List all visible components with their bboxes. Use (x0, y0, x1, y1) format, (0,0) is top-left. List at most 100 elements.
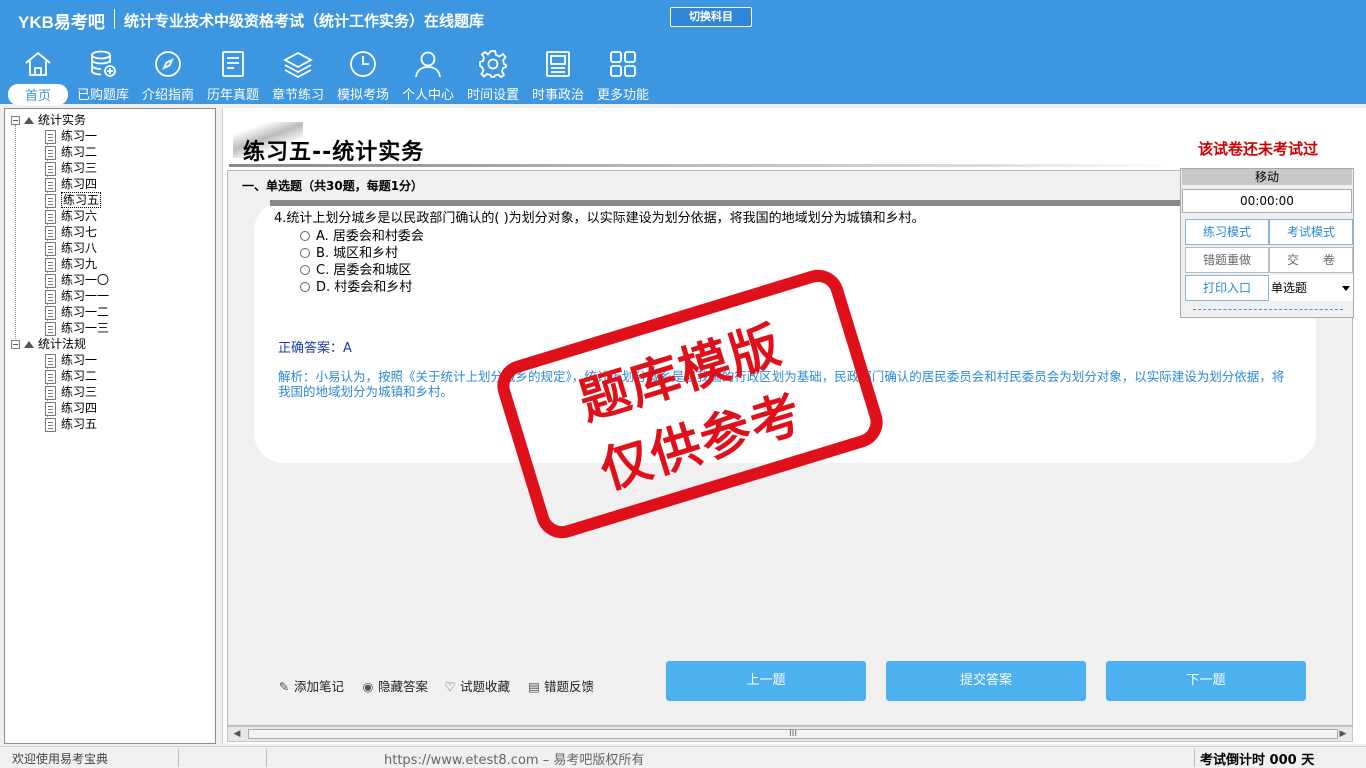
mode-panel: 移动 00:00:00 练习模式 考试模式 错题重做 交 卷 打印入口 单选题 (1180, 168, 1354, 318)
tree-item[interactable]: 练习一〇 (45, 272, 109, 288)
document-icon (45, 177, 56, 192)
gear-icon (479, 50, 507, 79)
tree-item[interactable]: 练习七 (45, 224, 97, 240)
exam-countdown: 考试倒计时 000 天 (1200, 753, 1315, 768)
title-separator (114, 9, 115, 29)
submit-answer-button[interactable]: 提交答案 (886, 661, 1086, 701)
tree-item[interactable]: 练习九 (45, 256, 97, 272)
tree-item[interactable]: 练习四 (45, 176, 97, 192)
option-d[interactable]: D. 村委会和乡村 (300, 276, 412, 295)
question-text: 4.统计上划分城乡是以民政部门确认的( )为划分对象，以实际建设为划分依据，将我… (274, 211, 925, 226)
chevron-down-icon (1342, 286, 1350, 291)
hand-in-button[interactable]: 交 卷 (1269, 247, 1353, 273)
scroll-thumb[interactable]: III (248, 729, 1338, 739)
grid-icon (610, 51, 636, 77)
document-icon (45, 305, 56, 320)
nav-chapter-practice[interactable]: 章节练习 (267, 48, 329, 104)
nav-purchased[interactable]: 已购题库 (72, 48, 134, 104)
document-icon (45, 401, 56, 416)
document-icon (45, 129, 56, 144)
nav-past-papers[interactable]: 历年真题 (202, 48, 264, 104)
nav-current-affairs[interactable]: 时事政治 (527, 48, 589, 104)
newspaper-icon (546, 51, 570, 77)
eye-icon: ◉ (362, 679, 374, 694)
app-title: 统计专业技术中级资格考试（统计工作实务）在线题库 (124, 12, 485, 30)
tree-item[interactable]: 练习一二 (45, 304, 109, 320)
favorite-question-link[interactable]: ♡ 试题收藏 (444, 676, 510, 695)
next-question-button[interactable]: 下一题 (1106, 661, 1306, 701)
tree-item[interactable]: 练习八 (45, 240, 97, 256)
tree-group-statistical-practice[interactable]: − 统计实务 (11, 112, 86, 128)
practice-mode-button[interactable]: 练习模式 (1185, 219, 1269, 245)
document-icon (45, 257, 56, 272)
nav-time-settings[interactable]: 时间设置 (462, 48, 524, 104)
tree-item[interactable]: 练习一 (45, 128, 97, 144)
nav-more-functions[interactable]: 更多功能 (592, 48, 654, 104)
horizontal-scrollbar[interactable]: ◀ III ▶ (227, 726, 1353, 742)
question-type-select[interactable]: 单选题 (1269, 275, 1353, 301)
title-underline (229, 164, 1179, 167)
exercise-tree: − 统计实务 练习一 练习二 练习三 练习四 练习五 练习六 练习七 练习八 练习… (4, 108, 216, 744)
question-bar (270, 200, 1182, 206)
scroll-right-icon[interactable]: ▶ (1336, 728, 1350, 740)
hide-answer-link[interactable]: ◉ 隐藏答案 (362, 676, 428, 695)
document-icon (45, 161, 56, 176)
radio-icon[interactable] (300, 265, 310, 275)
tree-item[interactable]: 练习二 (45, 144, 97, 160)
tree-item[interactable]: 练习五 (45, 416, 97, 432)
document-edit-icon (45, 193, 56, 208)
exam-mode-button[interactable]: 考试模式 (1269, 219, 1353, 245)
heart-icon: ♡ (444, 679, 456, 694)
tree-item[interactable]: 练习一一 (45, 288, 109, 304)
collapse-icon[interactable]: − (11, 116, 20, 125)
folder-icon (24, 341, 34, 348)
status-separator (178, 749, 179, 767)
status-separator (266, 749, 267, 767)
switch-subject-button[interactable]: 切换科目 (670, 7, 752, 27)
document-icon (45, 225, 56, 240)
status-bar: 欢迎使用易考宝典 https://www.etest8.com – 易考吧版权所… (0, 746, 1366, 768)
folder-icon (24, 117, 34, 124)
tree-item[interactable]: 练习三 (45, 384, 97, 400)
print-button[interactable]: 打印入口 (1185, 275, 1269, 301)
tree-item[interactable]: 练习一三 (45, 320, 109, 336)
tree-group-statistical-law[interactable]: − 统计法规 (11, 336, 86, 352)
document-icon (45, 289, 56, 304)
tree-item[interactable]: 练习四 (45, 400, 97, 416)
tree-item[interactable]: 练习二 (45, 368, 97, 384)
tree-item[interactable]: 练习三 (45, 160, 97, 176)
add-note-link[interactable]: ✎ 添加笔记 (278, 676, 344, 695)
redo-wrong-button[interactable]: 错题重做 (1185, 247, 1269, 273)
timer-display: 00:00:00 (1182, 189, 1352, 213)
app-header: YKB易考吧 统计专业技术中级资格考试（统计工作实务）在线题库 切换科目 首页 … (0, 0, 1366, 105)
tree-item[interactable]: 练习六 (45, 208, 97, 224)
feedback-icon: ▤ (528, 679, 540, 694)
tree-line (15, 125, 16, 349)
compass-icon (155, 51, 181, 77)
layers-icon (283, 51, 313, 79)
nav-home[interactable]: 首页 (8, 48, 68, 105)
nav-mock-exam[interactable]: 模拟考场 (332, 48, 394, 104)
correct-answer: 正确答案：A (278, 341, 352, 356)
tree-item-selected[interactable]: 练习五 (45, 192, 102, 208)
radio-icon[interactable] (300, 282, 310, 292)
nav-guide[interactable]: 介绍指南 (137, 48, 199, 104)
panel-divider (1193, 309, 1343, 310)
page-title: 练习五--统计实务 (243, 140, 425, 165)
document-icon (45, 241, 56, 256)
move-handle[interactable]: 移动 (1182, 169, 1352, 185)
logo: YKB易考吧 (18, 13, 105, 32)
document-list-icon (222, 51, 244, 77)
radio-icon[interactable] (300, 231, 310, 241)
collapse-icon[interactable]: − (11, 340, 20, 349)
scroll-left-icon[interactable]: ◀ (230, 728, 244, 740)
document-icon (45, 209, 56, 224)
error-feedback-link[interactable]: ▤ 错题反馈 (528, 676, 594, 695)
tree-item[interactable]: 练习一 (45, 352, 97, 368)
pencil-icon: ✎ (278, 679, 290, 694)
nav-personal-center[interactable]: 个人中心 (397, 48, 459, 104)
database-add-icon (91, 50, 116, 77)
home-icon (25, 51, 51, 76)
radio-icon[interactable] (300, 248, 310, 258)
prev-question-button[interactable]: 上一题 (666, 661, 866, 701)
